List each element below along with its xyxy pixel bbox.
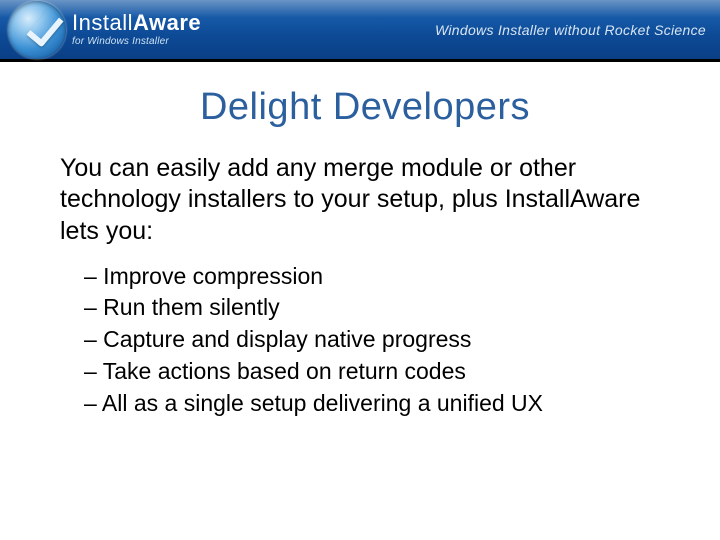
slide-intro: You can easily add any merge module or o… <box>60 153 670 247</box>
slide-content: Delight Developers You can easily add an… <box>0 62 720 419</box>
header-tagline: Windows Installer without Rocket Science <box>435 22 720 38</box>
brand-name: InstallAware <box>72 12 201 34</box>
bullet-item: – Improve compression <box>84 261 670 293</box>
brand-text: InstallAware for Windows Installer <box>72 12 201 47</box>
bullet-item: – Capture and display native progress <box>84 324 670 356</box>
bullet-item: – Take actions based on return codes <box>84 356 670 388</box>
brand-prefix: Install <box>72 10 133 35</box>
brand-suffix: Aware <box>133 10 201 35</box>
bullet-list: – Improve compression – Run them silentl… <box>60 261 670 420</box>
brand-subtitle: for Windows Installer <box>72 37 201 47</box>
header-bar: InstallAware for Windows Installer Windo… <box>0 0 720 62</box>
slide-title: Delight Developers <box>60 86 670 129</box>
bullet-item: – Run them silently <box>84 292 670 324</box>
logo: InstallAware for Windows Installer <box>0 1 201 59</box>
bullet-item: – All as a single setup delivering a uni… <box>84 388 670 420</box>
checkmark-globe-icon <box>8 1 66 59</box>
